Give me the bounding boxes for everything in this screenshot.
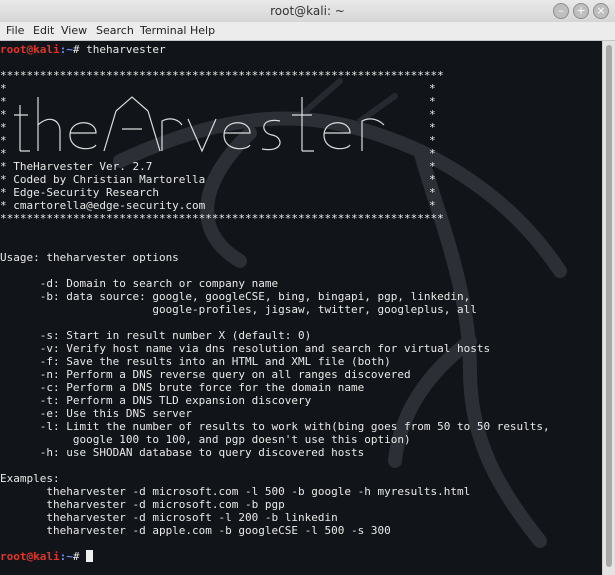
terminal-output[interactable]: root@kali:~# theharvester **************… (0, 41, 602, 575)
banner-star-right: * (429, 134, 436, 147)
prompt-symbol: # (72, 550, 80, 563)
title-bar[interactable]: root@kali: ~ – + × (0, 0, 615, 23)
prompt-path: :~ (59, 43, 73, 56)
option-line: -f: Save the results into an HTML and XM… (0, 355, 391, 368)
option-line: google-profiles, jigsaw, twitter, google… (0, 303, 477, 316)
banner-star-left: * (0, 147, 7, 160)
banner-line: * TheHarvester Ver. 2.7 (0, 160, 153, 173)
example-line: theharvester -d microsoft -l 200 -b link… (0, 511, 338, 524)
prompt-path: :~ (59, 550, 73, 563)
examples-label: Examples: (0, 472, 60, 485)
banner-line: * Edge-Security Research (0, 186, 159, 199)
terminal-window: root@kali: ~ – + × File Edit View Search… (0, 0, 615, 575)
menu-search[interactable]: Search (96, 24, 134, 37)
menu-edit[interactable]: Edit (33, 24, 54, 37)
banner-star-right: * (429, 147, 436, 160)
usage-line: Usage: theharvester options (0, 251, 179, 264)
example-line: theharvester -d microsoft.com -l 500 -b … (0, 485, 471, 498)
banner-border-bottom: ****************************************… (0, 212, 444, 225)
banner-star-right: * (429, 121, 436, 134)
banner-line: * Coded by Christian Martorella (0, 173, 206, 186)
menu-file[interactable]: File (6, 24, 24, 37)
option-line: -s: Start in result number X (default: 0… (0, 329, 312, 342)
prompt-user: root@kali (0, 43, 60, 56)
banner-star-right: * (429, 108, 436, 121)
banner-star-right: * (429, 186, 436, 199)
prompt-user: root@kali (0, 550, 60, 563)
option-line: -h: use SHODAN database to query discove… (0, 446, 365, 459)
prompt-line: root@kali:~# theharvester (0, 43, 166, 56)
banner-line: * cmartorella@edge-security.com (0, 199, 206, 212)
banner-star-right: * (429, 82, 436, 95)
menu-terminal[interactable]: Terminal (140, 24, 187, 37)
option-line: -v: Verify host name via dns resolution … (0, 342, 491, 355)
scrollbar[interactable] (602, 41, 615, 575)
scrollbar-thumb[interactable] (606, 45, 612, 567)
banner-border-top: ****************************************… (0, 69, 444, 82)
banner-star-right: * (429, 199, 436, 212)
banner-star-left: * (0, 108, 7, 121)
option-line: -d: Domain to search or company name (0, 277, 279, 290)
menu-bar: File Edit View Search Terminal Help (0, 22, 615, 41)
option-line: -b: data source: google, googleCSE, bing… (0, 290, 471, 303)
menu-view[interactable]: View (61, 24, 87, 37)
option-line: -t: Perform a DNS TLD expansion discover… (0, 394, 312, 407)
banner-star-left: * (0, 121, 7, 134)
banner-star-left: * (0, 95, 7, 108)
example-line: theharvester -d apple.com -b googleCSE -… (0, 524, 391, 537)
ascii-art-logo (14, 96, 385, 153)
minimize-icon[interactable]: – (553, 3, 569, 19)
example-line: theharvester -d microsoft.com -b pgp (0, 498, 285, 511)
banner-star-right: * (429, 95, 436, 108)
text-cursor[interactable] (86, 550, 94, 562)
option-line: google 100 to 100, and pgp doesn't use t… (0, 433, 411, 446)
prompt-line-current: root@kali:~# (0, 550, 94, 563)
option-line: -c: Perform a DNS brute force for the do… (0, 381, 365, 394)
option-line: -n: Perform a DNS reverse query on all r… (0, 368, 411, 381)
prompt-command: theharvester (79, 43, 166, 56)
banner-star-left: * (0, 82, 7, 95)
banner-star-right: * (429, 160, 436, 173)
banner-star-right: * (429, 173, 436, 186)
window-title: root@kali: ~ (270, 4, 345, 18)
close-icon[interactable]: × (593, 3, 609, 19)
menu-help[interactable]: Help (190, 24, 215, 37)
banner-star-left: * (0, 134, 7, 147)
maximize-icon[interactable]: + (573, 3, 589, 19)
option-line: -l: Limit the number of results to work … (0, 420, 550, 433)
option-line: -e: Use this DNS server (0, 407, 193, 420)
